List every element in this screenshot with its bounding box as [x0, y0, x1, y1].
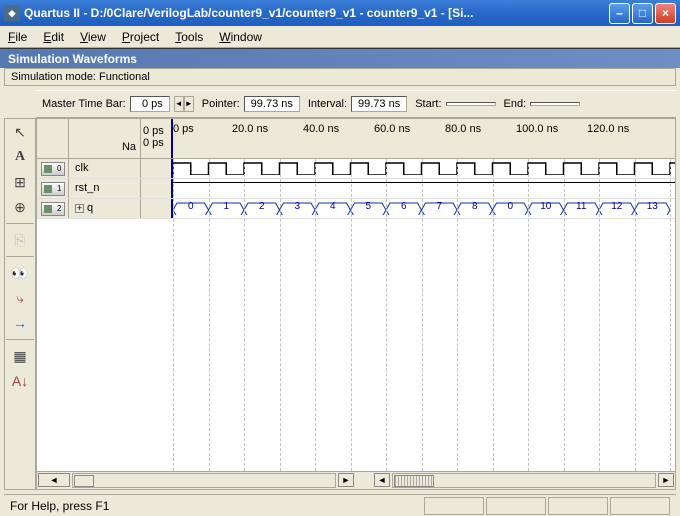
signal-name-header: Na: [69, 119, 141, 158]
scroll-right-button[interactable]: ►: [338, 473, 354, 487]
panel-title: Simulation Waveforms: [0, 48, 680, 68]
bus-value-label: 2: [250, 201, 274, 212]
bus-value-label: 0: [179, 201, 203, 212]
waveform-clk[interactable]: [173, 159, 675, 178]
menu-bar: File Edit View Project Tools Window: [0, 26, 680, 48]
status-pane: [486, 497, 546, 515]
time-tick-label: 0 ps: [173, 123, 194, 135]
next-transition-icon[interactable]: →: [8, 312, 32, 334]
start-label: Start:: [415, 98, 441, 110]
bus-value-label: 5: [357, 201, 381, 212]
signal-name-label: q: [87, 202, 93, 214]
bus-value-label: 12: [605, 201, 629, 212]
separator: [6, 339, 34, 340]
menu-view[interactable]: View: [80, 30, 106, 44]
title-bar: ◆ Quartus II - D:/0Clare/VerilogLab/coun…: [0, 0, 680, 26]
minimize-button[interactable]: –: [609, 3, 630, 24]
interval-label: Interval:: [308, 98, 347, 110]
simulation-mode-label: Simulation mode: Functional: [4, 68, 676, 86]
pointer-value: 99.73 ns: [244, 96, 300, 112]
separator: [6, 256, 34, 257]
bus-value-label: 4: [321, 201, 345, 212]
signal-name-label: clk: [75, 162, 88, 174]
text-tool-icon[interactable]: A: [8, 146, 32, 168]
bus-value-label: 0: [499, 201, 523, 212]
bus-value-label: 1: [215, 201, 239, 212]
menu-tools[interactable]: Tools: [175, 30, 203, 44]
zoom-fit-icon[interactable]: ⊞: [8, 171, 32, 193]
bus-value-label: 13: [641, 201, 665, 212]
zoom-in-icon[interactable]: ⊕: [8, 196, 32, 218]
end-value[interactable]: [530, 102, 580, 106]
time-toolbar: Master Time Bar: 0 ps ◄ ► Pointer: 99.73…: [36, 90, 676, 118]
time-ruler[interactable]: 0 ps 20.0 ns 40.0 ns 60.0 ns 80.0 ns 100.0 ns…: [173, 119, 675, 158]
status-pane: [548, 497, 608, 515]
status-pane: [424, 497, 484, 515]
find-icon[interactable]: 👀: [8, 262, 32, 284]
start-value[interactable]: [446, 102, 496, 106]
app-icon: ◆: [4, 5, 20, 21]
status-pane: [610, 497, 670, 515]
pointer-label: Pointer:: [202, 98, 240, 110]
bus-value-label: 11: [570, 201, 594, 212]
signal-name-label: rst_n: [75, 182, 99, 194]
time-tick-label: 40.0 ns: [303, 123, 339, 135]
time-tick-label: 80.0 ns: [445, 123, 481, 135]
bus-value-label: 7: [428, 201, 452, 212]
separator: [6, 223, 34, 224]
left-toolbar: ↖ A ⊞ ⊕ ⎘ 👀 ⤷ → ▦ A↓: [4, 118, 36, 490]
signal-row-clk[interactable]: 0 clk: [37, 159, 675, 179]
time-prev-button[interactable]: ◄: [174, 96, 184, 112]
master-time-value[interactable]: 0 ps: [130, 96, 170, 112]
waveform-q[interactable]: 012345678010111213: [173, 199, 675, 218]
expand-icon[interactable]: +: [75, 204, 84, 213]
signal-type-icon: 1: [41, 182, 65, 196]
horizontal-scrollbar[interactable]: ◄ ► ◄ ►: [37, 471, 675, 489]
waveform-rst_n[interactable]: [173, 179, 675, 198]
signal-type-icon: 0: [41, 162, 65, 176]
waveform-area: Na 0 ps 0 ps 0 ps20.0 ns40.0 ns60.0 ns80…: [36, 118, 676, 490]
menu-file[interactable]: File: [8, 30, 27, 44]
group-icon[interactable]: ▦: [8, 345, 32, 367]
signal-index-header: [37, 119, 69, 158]
cursor-value-header: 0 ps 0 ps: [141, 119, 173, 158]
time-tick-label: 100.0 ns: [516, 123, 558, 135]
sort-icon[interactable]: A↓: [8, 370, 32, 392]
menu-project[interactable]: Project: [122, 30, 159, 44]
time-tick-label: 20.0 ns: [232, 123, 268, 135]
time-next-button[interactable]: ►: [184, 96, 194, 112]
pointer-tool-icon[interactable]: ↖: [8, 121, 32, 143]
wave-scroll-left-button[interactable]: ◄: [374, 473, 390, 487]
signal-type-icon: 2: [41, 202, 65, 216]
window-title: Quartus II - D:/0Clare/VerilogLab/counte…: [24, 6, 609, 20]
bus-value-label: 6: [392, 201, 416, 212]
signal-row-rst_n[interactable]: 1 rst_n: [37, 179, 675, 199]
bus-value-label: 3: [286, 201, 310, 212]
bus-value-label: 10: [534, 201, 558, 212]
status-bar: For Help, press F1: [4, 494, 676, 516]
interval-value: 99.73 ns: [351, 96, 407, 112]
signal-row-q[interactable]: 2+q012345678010111213: [37, 199, 675, 219]
end-label: End:: [504, 98, 527, 110]
status-text: For Help, press F1: [10, 499, 109, 513]
time-tick-label: 120.0 ns: [587, 123, 629, 135]
copy-icon[interactable]: ⎘: [8, 229, 32, 251]
wave-scroll-right-button[interactable]: ►: [658, 473, 674, 487]
bus-value-label: 8: [463, 201, 487, 212]
close-button[interactable]: ×: [655, 3, 676, 24]
scroll-left-button[interactable]: ◄: [38, 473, 70, 487]
menu-window[interactable]: Window: [219, 30, 262, 44]
menu-edit[interactable]: Edit: [43, 30, 64, 44]
master-time-label: Master Time Bar:: [42, 98, 126, 110]
maximize-button[interactable]: □: [632, 3, 653, 24]
branch-icon[interactable]: ⤷: [8, 287, 32, 309]
time-tick-label: 60.0 ns: [374, 123, 410, 135]
